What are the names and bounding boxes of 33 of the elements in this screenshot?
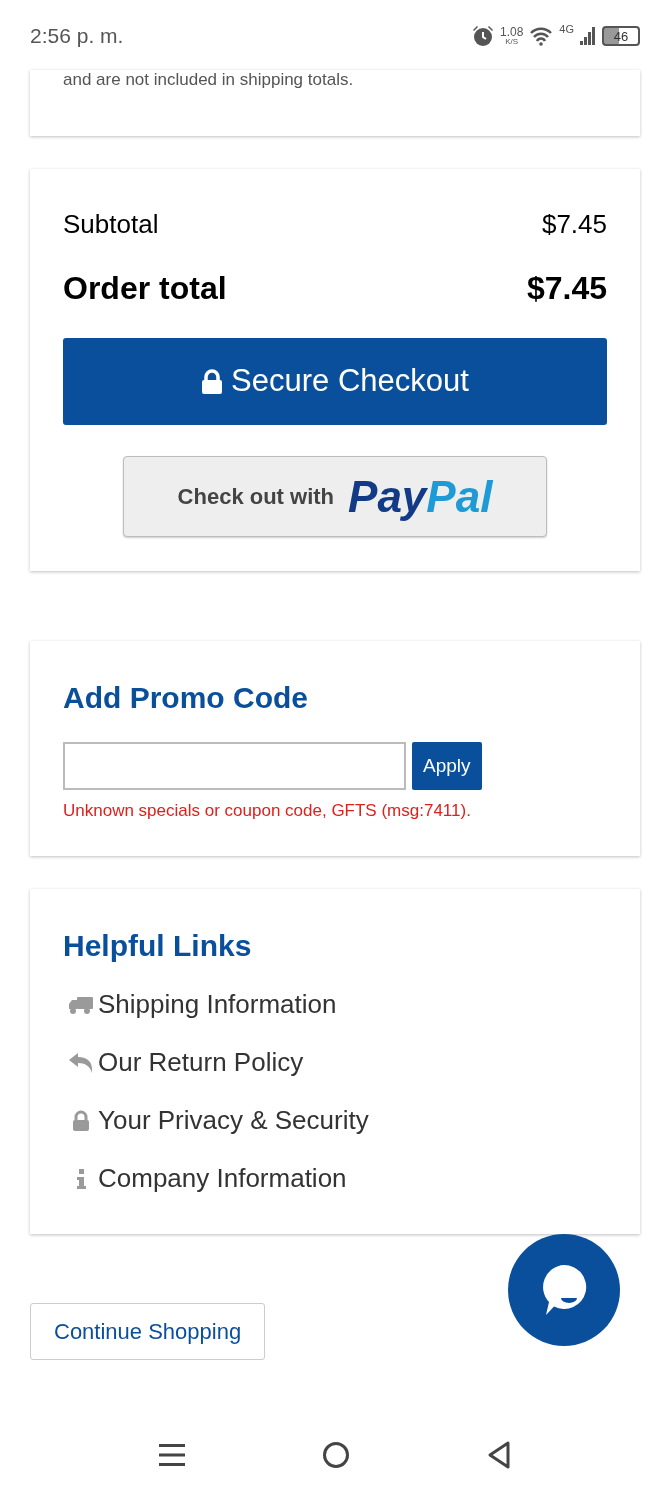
network-type: 4G <box>559 22 574 37</box>
status-time: 2:56 p. m. <box>30 23 124 50</box>
home-icon[interactable] <box>322 1441 350 1469</box>
promo-code-field[interactable] <box>63 742 406 790</box>
helpful-link[interactable]: Shipping Information <box>98 985 337 1024</box>
paypal-checkout-button[interactable]: Check out with PayPal <box>123 456 547 537</box>
back-icon[interactable] <box>487 1441 512 1469</box>
summary-value: $7.45 <box>541 208 607 241</box>
continue-shopping-button[interactable]: Continue Shopping <box>30 1302 266 1360</box>
promo-title: Add Promo Code <box>63 680 309 716</box>
alarm-icon <box>471 25 494 47</box>
helpful-link[interactable]: Company Information <box>98 1159 347 1198</box>
helpful-link[interactable]: Our Return Policy <box>98 1043 304 1082</box>
info-icon <box>74 1167 87 1190</box>
lock-icon <box>201 368 224 395</box>
helpful-links-title: Helpful Links <box>63 927 253 964</box>
speed-unit: K/S <box>505 38 519 46</box>
network-speed: 1.08 <box>499 26 524 38</box>
lock-icon <box>70 1109 91 1132</box>
shipping-note: and are not included in shipping totals. <box>63 70 355 90</box>
truck-icon <box>67 994 94 1015</box>
summary-value: $7.45 <box>526 269 607 308</box>
apply-button[interactable]: Apply <box>412 742 482 790</box>
helpful-link[interactable]: Your Privacy & Security <box>98 1101 369 1140</box>
summary-label: Order total <box>63 269 227 308</box>
promo-error-message: Unknown specials or coupon code, GFTS (msg:7411). <box>63 800 472 822</box>
wifi-icon <box>529 26 554 46</box>
reply-arrow-icon <box>67 1051 94 1074</box>
signal-icon <box>580 26 596 46</box>
secure-checkout-button[interactable]: Secure Checkout <box>63 338 607 425</box>
menu-icon[interactable] <box>158 1443 185 1467</box>
battery-indicator: 46 <box>602 26 640 46</box>
summary-label: Subtotal <box>63 208 159 241</box>
